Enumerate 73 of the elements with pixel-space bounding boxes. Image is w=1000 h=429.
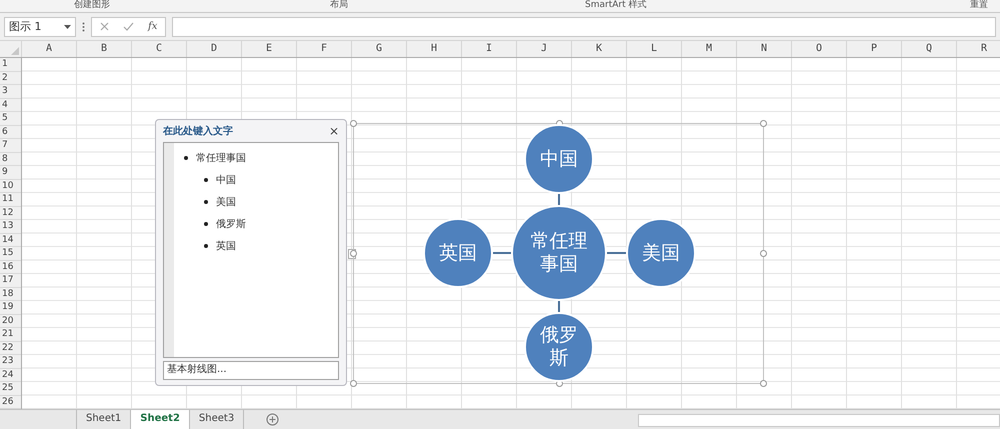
column-header[interactable]: J (517, 41, 572, 57)
row-header[interactable]: 2 (0, 72, 21, 85)
more-options-icon[interactable] (82, 22, 85, 32)
row-header[interactable]: 4 (0, 98, 21, 112)
sheet-tab[interactable]: Sheet2 (131, 410, 190, 429)
ribbon-group-label: 布局 (330, 0, 348, 11)
list-item[interactable]: 中国 (216, 173, 236, 187)
row-header[interactable]: 22 (0, 342, 21, 355)
column-header[interactable]: N (737, 41, 792, 57)
horizontal-scrollbar[interactable] (638, 414, 1000, 427)
enter-check-icon[interactable] (123, 22, 134, 31)
row-header[interactable]: 23 (0, 355, 21, 368)
row-header[interactable]: 14 (0, 234, 21, 247)
row-header[interactable]: 7 (0, 139, 21, 152)
row-header[interactable]: 15 (0, 247, 21, 260)
column-header[interactable]: B (77, 41, 132, 57)
row-header[interactable]: 6 (0, 126, 21, 139)
connector-line (493, 252, 511, 254)
sheet-tab[interactable]: Sheet3 (190, 410, 244, 429)
row-header[interactable]: 8 (0, 152, 21, 166)
text-entry-area[interactable]: 常任理事国 中国 美国 俄罗斯 英国 (163, 142, 339, 358)
row-header[interactable]: 16 (0, 260, 21, 274)
bullet-icon (184, 156, 188, 160)
column-header[interactable]: R (957, 41, 1000, 57)
bullet-icon (204, 178, 208, 182)
row-header[interactable]: 10 (0, 180, 21, 193)
column-header[interactable]: F (297, 41, 352, 57)
pane-title: 在此处键入文字 (163, 124, 233, 138)
row-header[interactable]: 11 (0, 193, 21, 206)
select-all-icon[interactable] (11, 47, 19, 55)
column-header[interactable]: C (132, 41, 187, 57)
row-header[interactable]: 12 (0, 206, 21, 220)
row-header[interactable]: 13 (0, 220, 21, 234)
close-button[interactable]: × (328, 124, 339, 138)
column-header[interactable]: E (242, 41, 297, 57)
insert-function-button[interactable]: fx (148, 21, 158, 32)
list-item[interactable]: 英国 (216, 239, 236, 253)
row-header[interactable]: 19 (0, 301, 21, 314)
formula-input-field[interactable] (172, 16, 996, 36)
column-header[interactable]: A (22, 41, 77, 57)
row-header[interactable]: 25 (0, 382, 21, 396)
column-header[interactable]: Q (902, 41, 957, 57)
column-header[interactable]: M (682, 41, 737, 57)
dropdown-caret-icon (64, 24, 71, 28)
row-header[interactable]: 18 (0, 288, 21, 301)
row-header[interactable]: 5 (0, 112, 21, 126)
row-header[interactable]: 1 (0, 58, 21, 72)
column-header[interactable]: G (352, 41, 407, 57)
list-item[interactable]: 美国 (216, 195, 236, 209)
list-item[interactable]: 俄罗斯 (216, 217, 246, 231)
cancel-icon[interactable] (100, 22, 109, 31)
row-header[interactable]: 24 (0, 368, 21, 382)
layout-description-link[interactable]: 基本射线图... (163, 361, 339, 380)
row-header[interactable]: 21 (0, 328, 21, 342)
list-item[interactable]: 常任理事国 (196, 151, 246, 165)
row-header[interactable]: 17 (0, 274, 21, 288)
bullet-icon (204, 200, 208, 204)
column-header[interactable]: P (847, 41, 902, 57)
bullet-icon (204, 244, 208, 248)
row-header[interactable]: 3 (0, 85, 21, 98)
row-header[interactable]: 20 (0, 314, 21, 328)
column-header[interactable]: I (462, 41, 517, 57)
bullet-icon (204, 222, 208, 226)
connector-line (607, 252, 626, 254)
column-header[interactable]: D (187, 41, 242, 57)
name-box[interactable]: 图示 1 (4, 16, 76, 36)
smartart-frame[interactable]: 中国 英国 常任理事国 美国 俄罗斯 (353, 123, 764, 384)
row-header[interactable]: 9 (0, 166, 21, 180)
column-header[interactable]: O (792, 41, 847, 57)
column-header[interactable]: H (407, 41, 462, 57)
column-header[interactable]: L (627, 41, 682, 57)
add-sheet-icon[interactable] (266, 413, 280, 426)
column-header[interactable]: K (572, 41, 627, 57)
